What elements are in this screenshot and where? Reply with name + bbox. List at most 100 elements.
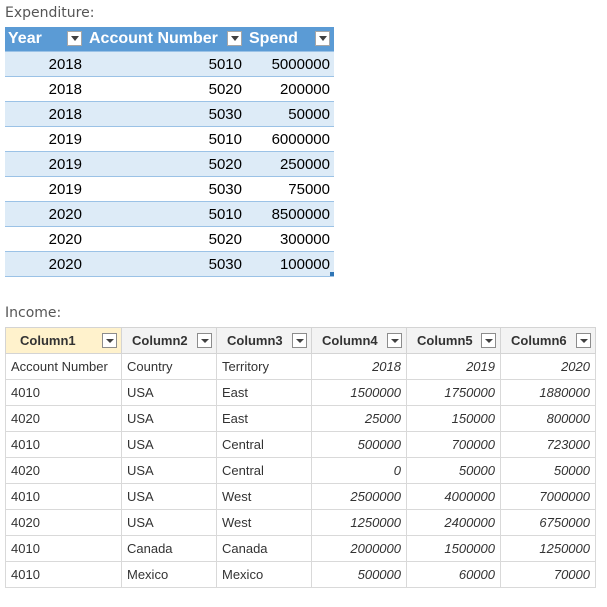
spend-cell[interactable]: 6000000 xyxy=(246,126,334,152)
spend-cell[interactable]: 5000000 xyxy=(246,51,334,77)
column6-cell[interactable]: 800000 xyxy=(500,405,596,432)
account-number-cell[interactable]: 5030 xyxy=(86,101,246,127)
filter-dropdown-icon[interactable] xyxy=(387,333,402,348)
column6-cell[interactable]: 1250000 xyxy=(500,535,596,562)
header-column3[interactable]: Column3 xyxy=(216,327,312,354)
column5-cell[interactable]: 60000 xyxy=(406,561,501,588)
column4-cell[interactable]: 2018 xyxy=(311,353,407,380)
column1-cell[interactable]: 4010 xyxy=(5,561,122,588)
year-cell[interactable]: 2019 xyxy=(5,151,86,177)
header-column5[interactable]: Column5 xyxy=(406,327,501,354)
spend-cell[interactable]: 8500000 xyxy=(246,201,334,227)
account-number-cell[interactable]: 5030 xyxy=(86,251,246,277)
year-cell[interactable]: 2018 xyxy=(5,101,86,127)
column3-cell[interactable]: East xyxy=(216,379,312,406)
column1-cell[interactable]: 4020 xyxy=(5,509,122,536)
header-column4[interactable]: Column4 xyxy=(311,327,407,354)
column4-cell[interactable]: 2000000 xyxy=(311,535,407,562)
column5-cell[interactable]: 2400000 xyxy=(406,509,501,536)
column5-cell[interactable]: 1500000 xyxy=(406,535,501,562)
filter-dropdown-icon[interactable] xyxy=(197,333,212,348)
filter-dropdown-icon[interactable] xyxy=(227,31,242,46)
year-cell[interactable]: 2020 xyxy=(5,226,86,252)
column2-cell[interactable]: Mexico xyxy=(121,561,217,588)
column1-cell[interactable]: 4010 xyxy=(5,379,122,406)
column4-cell[interactable]: 0 xyxy=(311,457,407,484)
account-number-cell[interactable]: 5010 xyxy=(86,126,246,152)
column4-cell[interactable]: 2500000 xyxy=(311,483,407,510)
header-account-number[interactable]: Account Number xyxy=(86,27,246,52)
column2-cell[interactable]: USA xyxy=(121,457,217,484)
account-number-cell[interactable]: 5010 xyxy=(86,51,246,77)
filter-dropdown-icon[interactable] xyxy=(576,333,591,348)
column1-cell[interactable]: 4010 xyxy=(5,431,122,458)
account-number-cell[interactable]: 5010 xyxy=(86,201,246,227)
column5-cell[interactable]: 50000 xyxy=(406,457,501,484)
column5-cell[interactable]: 1750000 xyxy=(406,379,501,406)
column4-cell[interactable]: 500000 xyxy=(311,561,407,588)
column5-cell[interactable]: 150000 xyxy=(406,405,501,432)
column6-cell[interactable]: 7000000 xyxy=(500,483,596,510)
column1-cell[interactable]: 4010 xyxy=(5,483,122,510)
column1-cell[interactable]: Account Number xyxy=(5,353,122,380)
column6-cell[interactable]: 70000 xyxy=(500,561,596,588)
filter-dropdown-icon[interactable] xyxy=(102,333,117,348)
column1-cell[interactable]: 4010 xyxy=(5,535,122,562)
year-cell[interactable]: 2020 xyxy=(5,251,86,277)
column2-cell[interactable]: USA xyxy=(121,509,217,536)
spend-cell[interactable]: 200000 xyxy=(246,76,334,102)
column3-cell[interactable]: West xyxy=(216,509,312,536)
column2-cell[interactable]: Canada xyxy=(121,535,217,562)
year-cell[interactable]: 2018 xyxy=(5,76,86,102)
column3-cell[interactable]: Canada xyxy=(216,535,312,562)
column6-cell[interactable]: 2020 xyxy=(500,353,596,380)
header-column6[interactable]: Column6 xyxy=(500,327,596,354)
year-cell[interactable]: 2018 xyxy=(5,51,86,77)
column5-cell[interactable]: 2019 xyxy=(406,353,501,380)
column3-cell[interactable]: Territory xyxy=(216,353,312,380)
table-resize-handle[interactable] xyxy=(330,272,334,276)
column4-cell[interactable]: 1250000 xyxy=(311,509,407,536)
column5-cell[interactable]: 4000000 xyxy=(406,483,501,510)
header-column1[interactable]: Column1 xyxy=(5,327,122,354)
column1-cell[interactable]: 4020 xyxy=(5,405,122,432)
spend-cell[interactable]: 100000 xyxy=(246,251,334,277)
column3-cell[interactable]: Central xyxy=(216,457,312,484)
column2-cell[interactable]: USA xyxy=(121,431,217,458)
column3-cell[interactable]: East xyxy=(216,405,312,432)
account-number-cell[interactable]: 5020 xyxy=(86,226,246,252)
column4-cell[interactable]: 25000 xyxy=(311,405,407,432)
filter-dropdown-icon[interactable] xyxy=(481,333,496,348)
filter-dropdown-icon[interactable] xyxy=(67,31,82,46)
year-cell[interactable]: 2020 xyxy=(5,201,86,227)
filter-dropdown-icon[interactable] xyxy=(292,333,307,348)
account-number-cell[interactable]: 5020 xyxy=(86,76,246,102)
column2-cell[interactable]: Country xyxy=(121,353,217,380)
column2-cell[interactable]: USA xyxy=(121,483,217,510)
column2-cell[interactable]: USA xyxy=(121,405,217,432)
column1-cell[interactable]: 4020 xyxy=(5,457,122,484)
column6-cell[interactable]: 1880000 xyxy=(500,379,596,406)
account-number-cell[interactable]: 5030 xyxy=(86,176,246,202)
column4-cell[interactable]: 1500000 xyxy=(311,379,407,406)
column6-cell[interactable]: 50000 xyxy=(500,457,596,484)
column6-cell[interactable]: 723000 xyxy=(500,431,596,458)
column3-cell[interactable]: Mexico xyxy=(216,561,312,588)
account-number-cell[interactable]: 5020 xyxy=(86,151,246,177)
column6-cell[interactable]: 6750000 xyxy=(500,509,596,536)
column4-cell[interactable]: 500000 xyxy=(311,431,407,458)
column5-cell[interactable]: 700000 xyxy=(406,431,501,458)
header-column2[interactable]: Column2 xyxy=(121,327,217,354)
spend-cell[interactable]: 75000 xyxy=(246,176,334,202)
column3-cell[interactable]: Central xyxy=(216,431,312,458)
column2-cell[interactable]: USA xyxy=(121,379,217,406)
year-cell[interactable]: 2019 xyxy=(5,126,86,152)
header-year[interactable]: Year xyxy=(5,27,86,52)
spend-cell[interactable]: 250000 xyxy=(246,151,334,177)
filter-dropdown-icon[interactable] xyxy=(315,31,330,46)
year-cell[interactable]: 2019 xyxy=(5,176,86,202)
spend-cell[interactable]: 50000 xyxy=(246,101,334,127)
header-spend[interactable]: Spend xyxy=(246,27,334,52)
column3-cell[interactable]: West xyxy=(216,483,312,510)
spend-cell[interactable]: 300000 xyxy=(246,226,334,252)
